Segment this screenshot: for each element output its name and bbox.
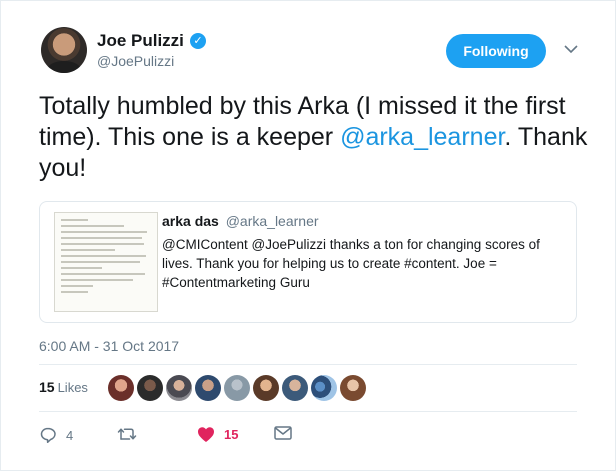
- quoted-tweet[interactable]: arka das @arka_learner @CMIContent @JoeP…: [39, 201, 577, 323]
- heart-icon: [198, 427, 214, 442]
- author-avatar[interactable]: [41, 27, 87, 73]
- likes-summary[interactable]: 15 Likes: [39, 379, 88, 395]
- liker-avatar[interactable]: [166, 375, 192, 401]
- chevron-down-icon[interactable]: [563, 41, 579, 57]
- tweet-card: Joe Pulizzi ✓ @JoePulizzi Following Tota…: [0, 0, 616, 471]
- author-handle[interactable]: @JoePulizzi: [97, 53, 174, 69]
- likes-label: Likes: [57, 380, 88, 395]
- reply-button[interactable]: 4: [39, 426, 73, 444]
- like-button[interactable]: 15: [197, 426, 238, 443]
- liker-avatar[interactable]: [340, 375, 366, 401]
- tweet-mention-link[interactable]: @arka_learner: [340, 123, 504, 151]
- quoted-tweet-author: arka das @arka_learner: [162, 213, 319, 229]
- likes-count: 15: [39, 379, 55, 395]
- following-button[interactable]: Following: [446, 34, 546, 68]
- liker-avatar[interactable]: [253, 375, 279, 401]
- liker-avatar[interactable]: [137, 375, 163, 401]
- envelope-icon: [274, 426, 292, 440]
- retweet-icon: [117, 428, 137, 440]
- verified-badge-icon: ✓: [189, 33, 206, 49]
- liker-avatar[interactable]: [311, 375, 337, 401]
- divider: [39, 364, 577, 365]
- like-count: 15: [224, 427, 239, 442]
- liker-avatar[interactable]: [195, 375, 221, 401]
- reply-count: 4: [66, 427, 74, 443]
- retweet-button[interactable]: [117, 426, 146, 442]
- quoted-tweet-handle: @arka_learner: [225, 213, 319, 229]
- quoted-tweet-image: [54, 212, 158, 312]
- tweet-timestamp[interactable]: 6:00 AM - 31 Oct 2017: [39, 338, 179, 354]
- liker-avatar[interactable]: [108, 375, 134, 401]
- likers-avatars: [108, 375, 366, 401]
- direct-message-button[interactable]: [274, 426, 292, 440]
- reply-icon: [40, 427, 56, 444]
- liker-avatar[interactable]: [282, 375, 308, 401]
- quoted-tweet-name: arka das: [162, 213, 219, 229]
- author-name-row: Joe Pulizzi ✓: [97, 31, 206, 51]
- author-display-name[interactable]: Joe Pulizzi: [97, 31, 184, 51]
- divider: [39, 411, 577, 412]
- tweet-text: Totally humbled by this Arka (I missed i…: [39, 91, 595, 184]
- avatar-shirt: [47, 61, 81, 73]
- liker-avatar[interactable]: [224, 375, 250, 401]
- quoted-tweet-text: @CMIContent @JoePulizzi thanks a ton for…: [162, 237, 540, 290]
